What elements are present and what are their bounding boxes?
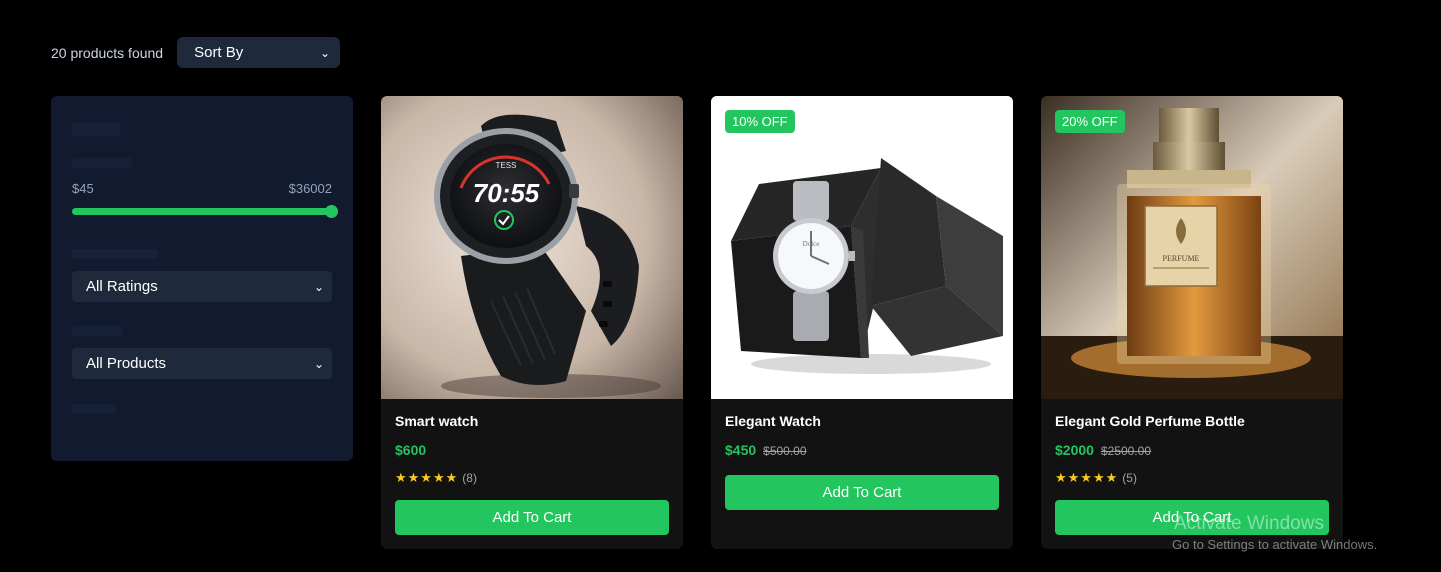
extra-label-placeholder	[72, 404, 116, 414]
price-range-values: $45 $36002	[72, 181, 332, 196]
star-icon: ★★★★★	[395, 470, 459, 485]
product-info: Smart watch $600 ★★★★★ (8) Add To Cart	[381, 399, 683, 535]
star-icon: ★★★★★	[1055, 470, 1119, 485]
price-range-slider[interactable]	[72, 205, 338, 218]
filter-sidebar: $45 $36002 All Ratings ⌄ All Products ⌄	[51, 96, 353, 461]
discount-badge: 20% OFF	[1055, 110, 1125, 133]
windows-activation-watermark: Activate Windows Go to Settings to activ…	[1172, 513, 1377, 552]
rating-select[interactable]: All Ratings ⌄	[72, 271, 332, 302]
elegant-watch-image: Dolce	[711, 96, 1013, 399]
rating-select-value: All Ratings	[86, 278, 158, 295]
price-max: $36002	[288, 181, 332, 196]
product-select[interactable]: All Products ⌄	[72, 348, 332, 379]
sort-select-label: Sort By	[194, 44, 244, 61]
smartwatch-image: TESS 70:55	[381, 96, 683, 399]
filter-heading-placeholder	[72, 122, 120, 136]
product-price: $2000	[1055, 442, 1094, 458]
svg-text:TESS: TESS	[496, 161, 517, 170]
product-select-value: All Products	[86, 355, 167, 372]
product-title[interactable]: Smart watch	[395, 413, 669, 429]
product-image-elegant-watch[interactable]: Dolce 10% OFF	[711, 96, 1013, 399]
product-price: $450	[725, 442, 757, 458]
product-card[interactable]: TESS 70:55 Smart watch $600 ★★★★★ (8) Ad…	[381, 96, 683, 549]
results-count: 20 products found	[51, 44, 164, 61]
original-price: $500.00	[763, 444, 807, 458]
product-title[interactable]: Elegant Gold Perfume Bottle	[1055, 413, 1329, 429]
svg-text:PERFUME: PERFUME	[1163, 254, 1200, 263]
review-count: (5)	[1122, 471, 1137, 485]
price-group: $600	[395, 442, 669, 458]
chevron-down-icon: ⌄	[313, 356, 324, 371]
price-group: $450 $500.00	[725, 442, 999, 458]
price-label-placeholder	[72, 158, 132, 168]
product-card[interactable]: PERFUME 20% OFF Elegant Gold Perfume Bot…	[1041, 96, 1343, 549]
product-title[interactable]: Elegant Watch	[725, 413, 999, 429]
product-info: Elegant Watch $450 $500.00 Add To Cart	[711, 399, 1013, 510]
rating-label-placeholder	[72, 249, 158, 259]
price-group: $2000 $2500.00	[1055, 442, 1329, 458]
review-count: (8)	[462, 471, 477, 485]
svg-text:70:55: 70:55	[473, 178, 540, 208]
discount-badge: 10% OFF	[725, 110, 795, 133]
price-min: $45	[72, 181, 94, 196]
watermark-title: Activate Windows	[1174, 513, 1324, 534]
sort-select[interactable]: Sort By ⌄	[177, 37, 341, 68]
perfume-bottle-image: PERFUME	[1041, 96, 1343, 399]
add-to-cart-button[interactable]: Add To Cart	[395, 500, 669, 535]
product-image-perfume[interactable]: PERFUME 20% OFF	[1041, 96, 1343, 399]
add-to-cart-button[interactable]: Add To Cart	[725, 475, 999, 510]
watermark-subtitle: Go to Settings to activate Windows.	[1172, 537, 1378, 552]
slider-handle[interactable]	[325, 205, 338, 218]
product-rating: ★★★★★ (8)	[395, 470, 669, 486]
product-rating: ★★★★★ (5)	[1055, 470, 1329, 486]
product-card[interactable]: Dolce 10% OFF Elegant Watch $450 $500.00…	[711, 96, 1013, 549]
chevron-down-icon: ⌄	[320, 45, 331, 60]
product-image-smartwatch[interactable]: TESS 70:55	[381, 96, 683, 399]
chevron-down-icon: ⌄	[313, 279, 324, 294]
original-price: $2500.00	[1100, 444, 1151, 458]
category-label-placeholder	[72, 326, 122, 336]
svg-text:Dolce: Dolce	[803, 240, 820, 248]
results-toolbar: 20 products found Sort By ⌄	[51, 37, 341, 68]
product-price: $600	[395, 442, 427, 458]
